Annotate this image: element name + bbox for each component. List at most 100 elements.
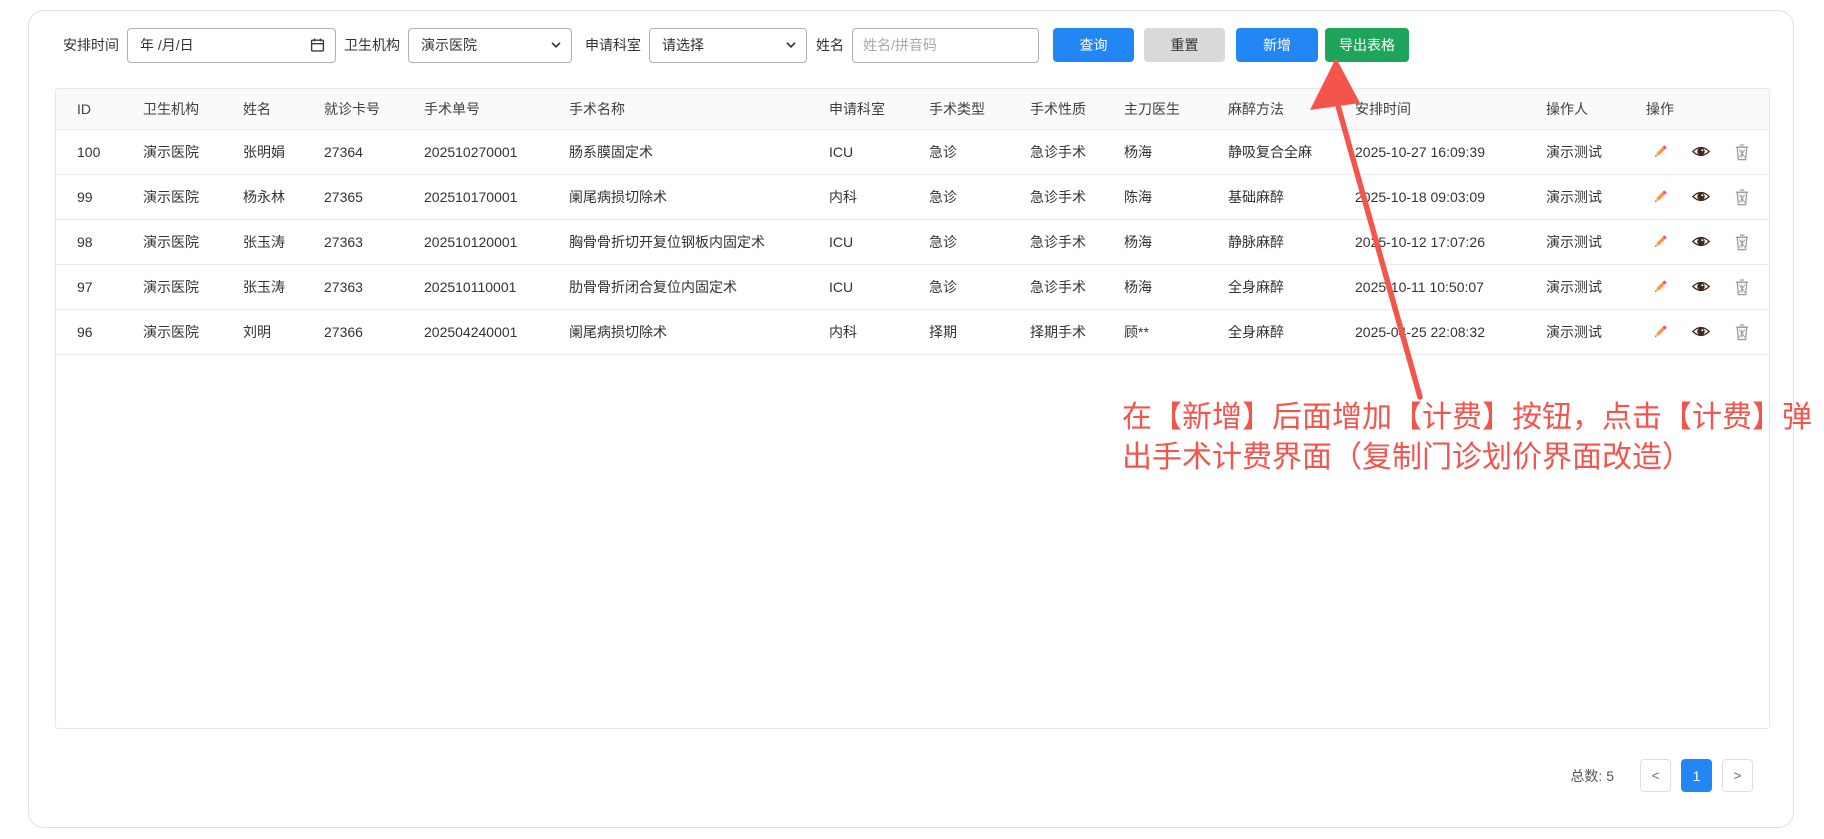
column-header: 主刀医生 xyxy=(1124,89,1228,129)
cell-surgeon: 陈海 xyxy=(1124,174,1228,219)
annotation-line-1: 在【新增】后面增加【计费】按钮，点击【计费】弹 xyxy=(1122,398,1812,438)
column-header: 麻醉方法 xyxy=(1228,89,1355,129)
calendar-icon[interactable] xyxy=(310,37,325,53)
view-icon[interactable] xyxy=(1692,233,1710,251)
date-placeholder: 年 /月/日 xyxy=(140,35,194,55)
cell-card_no: 27366 xyxy=(324,309,424,354)
edit-icon[interactable] xyxy=(1651,323,1669,341)
cell-org: 演示医院 xyxy=(143,174,243,219)
cell-card_no: 27363 xyxy=(324,264,424,309)
cell-anesthesia: 基础麻醉 xyxy=(1228,174,1355,219)
column-header: 安排时间 xyxy=(1355,89,1546,129)
cell-surgeon: 顾** xyxy=(1124,309,1228,354)
edit-icon[interactable] xyxy=(1651,143,1669,161)
cell-card_no: 27365 xyxy=(324,174,424,219)
cell-dept: ICU xyxy=(829,264,929,309)
column-header: 操作 xyxy=(1646,89,1770,129)
view-icon[interactable] xyxy=(1692,143,1710,161)
cell-dept: ICU xyxy=(829,129,929,174)
name-label: 姓名 xyxy=(816,35,844,55)
cell-order_no: 202510120001 xyxy=(424,219,569,264)
cell-name: 杨永林 xyxy=(243,174,324,219)
column-header: 就诊卡号 xyxy=(324,89,424,129)
cell-time: 2025-04-25 22:08:32 xyxy=(1355,309,1546,354)
cell-surgery: 肋骨骨折闭合复位内固定术 xyxy=(569,264,829,309)
cell-name: 张明娟 xyxy=(243,129,324,174)
cell-id: 98 xyxy=(56,219,143,264)
table-row: 98演示医院张玉涛27363202510120001胸骨骨折切开复位钢板内固定术… xyxy=(56,219,1770,264)
cell-type: 择期 xyxy=(929,309,1030,354)
prev-page-button[interactable]: < xyxy=(1640,759,1671,792)
cell-order_no: 202510110001 xyxy=(424,264,569,309)
view-icon[interactable] xyxy=(1692,323,1710,341)
cell-id: 100 xyxy=(56,129,143,174)
org-select-value: 演示医院 xyxy=(421,35,477,55)
table-header-row: ID卫生机构姓名就诊卡号手术单号手术名称申请科室手术类型手术性质主刀医生麻醉方法… xyxy=(56,89,1770,129)
cell-card_no: 27364 xyxy=(324,129,424,174)
cell-dept: 内科 xyxy=(829,174,929,219)
delete-icon[interactable] xyxy=(1733,233,1751,251)
edit-icon[interactable] xyxy=(1651,278,1669,296)
cell-type: 急诊 xyxy=(929,264,1030,309)
cell-org: 演示医院 xyxy=(143,309,243,354)
dept-select[interactable]: 请选择 xyxy=(649,28,807,63)
edit-icon[interactable] xyxy=(1651,188,1669,206)
row-actions xyxy=(1646,219,1770,264)
cell-surgery: 阑尾病损切除术 xyxy=(569,174,829,219)
delete-icon[interactable] xyxy=(1733,323,1751,341)
cell-time: 2025-10-18 09:03:09 xyxy=(1355,174,1546,219)
cell-type: 急诊 xyxy=(929,129,1030,174)
annotation-line-2: 出手术计费界面（复制门诊划价界面改造） xyxy=(1122,438,1812,478)
org-label: 卫生机构 xyxy=(344,35,400,55)
name-input[interactable] xyxy=(852,28,1039,63)
cell-name: 张玉涛 xyxy=(243,219,324,264)
dept-select-value: 请选择 xyxy=(662,35,704,55)
cell-time: 2025-10-27 16:09:39 xyxy=(1355,129,1546,174)
schedule-date-input[interactable]: 年 /月/日 xyxy=(127,28,336,63)
cell-surgery: 肠系膜固定术 xyxy=(569,129,829,174)
view-icon[interactable] xyxy=(1692,278,1710,296)
org-select[interactable]: 演示医院 xyxy=(408,28,572,63)
cell-surgeon: 杨海 xyxy=(1124,264,1228,309)
schedule-time-label: 安排时间 xyxy=(63,35,119,55)
cell-dept: ICU xyxy=(829,219,929,264)
table-row: 99演示医院杨永林27365202510170001阑尾病损切除术内科急诊急诊手… xyxy=(56,174,1770,219)
cell-anesthesia: 静脉麻醉 xyxy=(1228,219,1355,264)
cell-operator: 演示测试 xyxy=(1546,129,1646,174)
cell-order_no: 202504240001 xyxy=(424,309,569,354)
column-header: 申请科室 xyxy=(829,89,929,129)
cell-org: 演示医院 xyxy=(143,129,243,174)
cell-anesthesia: 全身麻醉 xyxy=(1228,309,1355,354)
reset-button[interactable]: 重置 xyxy=(1144,28,1225,62)
cell-surgeon: 杨海 xyxy=(1124,219,1228,264)
next-page-button[interactable]: > xyxy=(1722,759,1753,792)
annotation-text: 在【新增】后面增加【计费】按钮，点击【计费】弹 出手术计费界面（复制门诊划价界面… xyxy=(1122,398,1812,478)
cell-time: 2025-10-11 10:50:07 xyxy=(1355,264,1546,309)
chevron-down-icon xyxy=(551,42,561,48)
row-actions xyxy=(1646,309,1770,354)
column-header: 手术类型 xyxy=(929,89,1030,129)
add-button[interactable]: 新增 xyxy=(1236,28,1318,62)
column-header: 手术名称 xyxy=(569,89,829,129)
total-count: 总数: 5 xyxy=(1570,766,1614,786)
column-header: 手术单号 xyxy=(424,89,569,129)
delete-icon[interactable] xyxy=(1733,278,1751,296)
edit-icon[interactable] xyxy=(1651,233,1669,251)
delete-icon[interactable] xyxy=(1733,143,1751,161)
column-header: 操作人 xyxy=(1546,89,1646,129)
query-button[interactable]: 查询 xyxy=(1053,28,1134,62)
page-1-button[interactable]: 1 xyxy=(1681,759,1712,792)
row-actions xyxy=(1646,129,1770,174)
cell-name: 刘明 xyxy=(243,309,324,354)
cell-anesthesia: 全身麻醉 xyxy=(1228,264,1355,309)
export-button[interactable]: 导出表格 xyxy=(1325,28,1409,62)
delete-icon[interactable] xyxy=(1733,188,1751,206)
cell-nature: 急诊手术 xyxy=(1030,219,1124,264)
view-icon[interactable] xyxy=(1692,188,1710,206)
cell-card_no: 27363 xyxy=(324,219,424,264)
cell-name: 张玉涛 xyxy=(243,264,324,309)
surgery-table: ID卫生机构姓名就诊卡号手术单号手术名称申请科室手术类型手术性质主刀医生麻醉方法… xyxy=(56,89,1770,355)
row-actions xyxy=(1646,264,1770,309)
cell-order_no: 202510270001 xyxy=(424,129,569,174)
cell-id: 97 xyxy=(56,264,143,309)
